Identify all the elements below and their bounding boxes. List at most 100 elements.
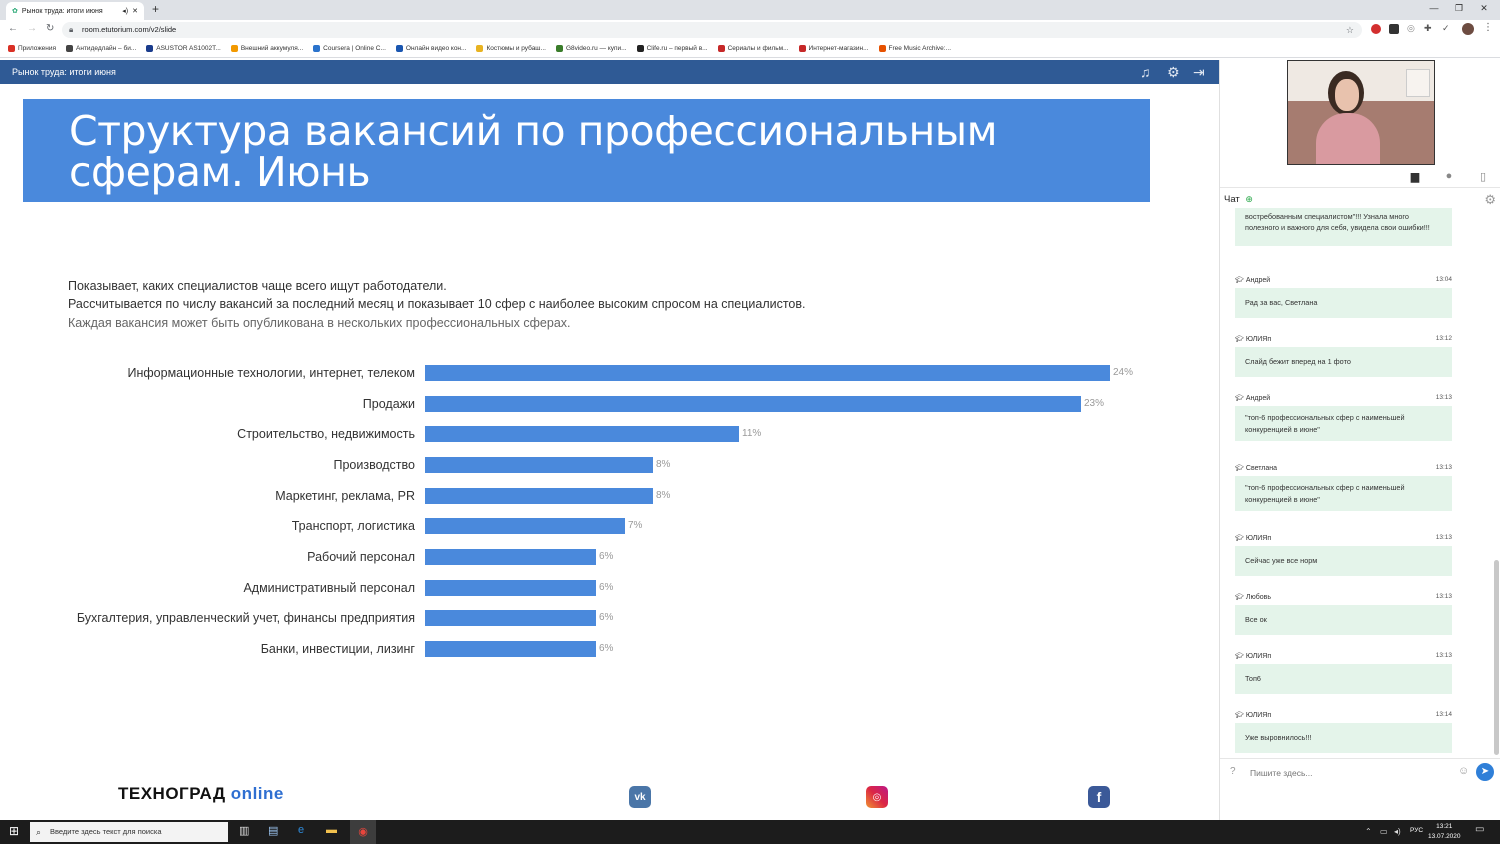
participants-tab-icon[interactable]: ● — [1434, 170, 1464, 182]
facebook-icon[interactable]: f — [1088, 786, 1110, 808]
webcam-video — [1287, 60, 1435, 165]
chat-message-header: 🎓︎ ЮЛИЯп 13:13 — [1235, 652, 1452, 664]
bar — [425, 549, 596, 565]
bar — [425, 488, 653, 504]
reload-icon[interactable]: ↻ — [46, 23, 54, 34]
back-icon[interactable]: ← — [8, 23, 18, 34]
chat-input[interactable] — [1250, 765, 1450, 781]
windows-start-icon[interactable]: ⊞ — [9, 824, 19, 838]
bar-value-label: 8% — [656, 459, 671, 470]
chat-time: 13:13 — [1435, 593, 1452, 600]
app-header: Рынок труда: итоги июня ♫ ⚙ ⇥ — [0, 60, 1219, 84]
chat-text: "топ-6 профессиональных сфер с наименьше… — [1245, 483, 1405, 504]
bookmark-label: Приложения — [18, 45, 57, 52]
chat-bubble: Слайд бежит вперед на 1 фото — [1235, 347, 1452, 377]
bookmark-item[interactable]: Приложения — [8, 45, 56, 52]
bookmark-item[interactable]: Интернет-магазин... — [798, 45, 869, 52]
url-text: room.etutorium.com/v2/slide — [82, 25, 177, 34]
bookmark-favicon-icon — [146, 45, 154, 52]
chrome-icon[interactable]: ◉ — [350, 820, 376, 844]
chat-message-header: 🎓︎ Светлана 13:13 — [1235, 464, 1452, 476]
adblock-extension-icon[interactable] — [1371, 24, 1381, 34]
bookmark-label: Внешний аккумуля... — [240, 45, 304, 52]
minimize-button[interactable]: — — [1424, 3, 1444, 13]
bookmark-label: Интернет-магазин... — [808, 45, 869, 52]
help-icon[interactable]: ? — [1230, 766, 1236, 777]
tray-chevron-icon[interactable]: ⌃ — [1365, 827, 1372, 836]
volume-icon[interactable]: ◂) — [1394, 827, 1401, 836]
extension-circle-icon[interactable]: ◎ — [1407, 23, 1415, 34]
bar-category-label: Банки, инвестиции, лизинг — [260, 642, 415, 656]
tab-close-icon[interactable]: ✕ — [132, 7, 138, 15]
vk-icon[interactable]: vk — [629, 786, 651, 808]
chat-scrollbar[interactable] — [1494, 560, 1499, 755]
close-window-button[interactable]: ✕ — [1474, 3, 1494, 14]
chat-settings-icon[interactable]: ⚙ — [1484, 192, 1496, 208]
bookmark-item[interactable]: Coursera | Online C... — [313, 45, 386, 52]
task-view-icon[interactable]: ▥ — [239, 824, 249, 837]
notifications-icon[interactable]: ▭ — [1475, 824, 1484, 835]
chat-text: "топ-6 профессиональных сфер с наименьше… — [1245, 413, 1405, 434]
download-chat-icon[interactable]: ⊕ — [1245, 194, 1253, 204]
technograd-logo[interactable]: ТЕХНОГРАД online — [118, 784, 284, 804]
extensions-puzzle-icon[interactable]: ✚ — [1424, 23, 1432, 34]
bookmark-item[interactable]: Костюмы и рубаш... — [476, 45, 546, 52]
chat-message: 🎓︎ Андрей 13:04 Рад за вас, Светлана — [1235, 276, 1452, 318]
bookmark-item[interactable]: ASUSTOR AS1002T... — [146, 45, 221, 52]
chat-message-list[interactable]: востребованным специалистом"!!! Узнала м… — [1220, 208, 1500, 756]
bar — [425, 457, 653, 473]
chat-tab-icon[interactable]: ▆ — [1400, 170, 1430, 183]
bar-value-label: 6% — [599, 643, 614, 654]
bookmark-item[interactable]: Внешний аккумуля... — [230, 45, 304, 52]
bookmark-favicon-icon — [395, 45, 403, 52]
url-field[interactable]: 🔒︎ room.etutorium.com/v2/slide ☆ — [62, 22, 1362, 38]
chat-time: 13:04 — [1435, 276, 1452, 283]
extension-check-icon[interactable]: ✓ — [1442, 23, 1450, 34]
bar — [425, 426, 739, 442]
language-indicator[interactable]: РУС — [1410, 827, 1423, 834]
profile-avatar[interactable] — [1462, 23, 1474, 35]
exit-icon[interactable]: ⇥ — [1193, 60, 1205, 84]
forward-icon[interactable]: → — [27, 23, 37, 34]
menu-kebab-icon[interactable]: ⋮ — [1483, 22, 1493, 33]
extension-icon[interactable] — [1389, 24, 1399, 34]
taskbar-app-icon[interactable]: ▤ — [268, 824, 278, 837]
bookmark-item[interactable]: Антидедлайн – би... — [66, 45, 136, 52]
chat-message: 🎓︎ ЮЛИЯп 13:12 Слайд бежит вперед на 1 фото — [1235, 335, 1452, 377]
file-explorer-icon[interactable]: ▬ — [326, 824, 337, 836]
bar-value-label: 6% — [599, 551, 614, 562]
browser-tab[interactable]: ✿ Рынок труда: итоги июня ◂) ✕ — [6, 2, 144, 20]
edge-icon[interactable]: e — [298, 824, 304, 836]
bookmark-star-icon[interactable]: ☆ — [1346, 22, 1354, 38]
bookmark-item[interactable]: Free Music Archive:... — [878, 45, 951, 52]
maximize-button[interactable]: ❐ — [1449, 3, 1469, 14]
send-icon[interactable]: ➤ — [1476, 763, 1494, 781]
bookmark-label: Сериалы и фильм... — [727, 45, 789, 52]
bookmark-item[interactable]: Clife.ru – первый в... — [636, 45, 708, 52]
taskbar-search[interactable]: ⌕ Введите здесь текст для поиска — [30, 822, 228, 842]
bookmark-item[interactable]: G8video.ru — купи... — [555, 45, 627, 52]
bar-category-label: Транспорт, логистика — [291, 519, 415, 533]
bar-category-label: Строительство, недвижимость — [237, 427, 415, 441]
emoji-icon[interactable]: ☺ — [1458, 765, 1469, 777]
bookmark-favicon-icon — [476, 45, 484, 52]
bookmark-item[interactable]: Сериалы и фильм... — [717, 45, 789, 52]
network-icon[interactable]: ▭ — [1380, 827, 1388, 836]
lock-icon: 🔒︎ — [69, 25, 74, 34]
settings-gear-icon[interactable]: ⚙ — [1167, 60, 1180, 84]
tab-audio-icon[interactable]: ◂) — [122, 7, 128, 15]
music-icon[interactable]: ♫ — [1140, 60, 1151, 84]
new-tab-button[interactable]: + — [152, 2, 159, 16]
chat-message-header: 🎓︎ ЮЛИЯп 13:14 — [1235, 711, 1452, 723]
chat-text: Сейчас уже все норм — [1245, 556, 1318, 566]
chat-author: ЮЛИЯп — [1245, 336, 1272, 343]
files-tab-icon[interactable]: ▯ — [1468, 170, 1498, 183]
taskbar-clock[interactable]: 13:21 13.07.2020 — [1428, 822, 1461, 842]
bar-value-label: 23% — [1084, 398, 1105, 409]
instagram-icon[interactable]: ◎ — [866, 786, 888, 808]
bar-category-label: Производство — [333, 458, 415, 472]
bookmark-label: Костюмы и рубаш... — [486, 45, 546, 52]
bookmark-favicon-icon — [878, 45, 886, 52]
chat-text: Топ6 — [1245, 674, 1261, 684]
bookmark-item[interactable]: Онлайн видео кон... — [395, 45, 466, 52]
